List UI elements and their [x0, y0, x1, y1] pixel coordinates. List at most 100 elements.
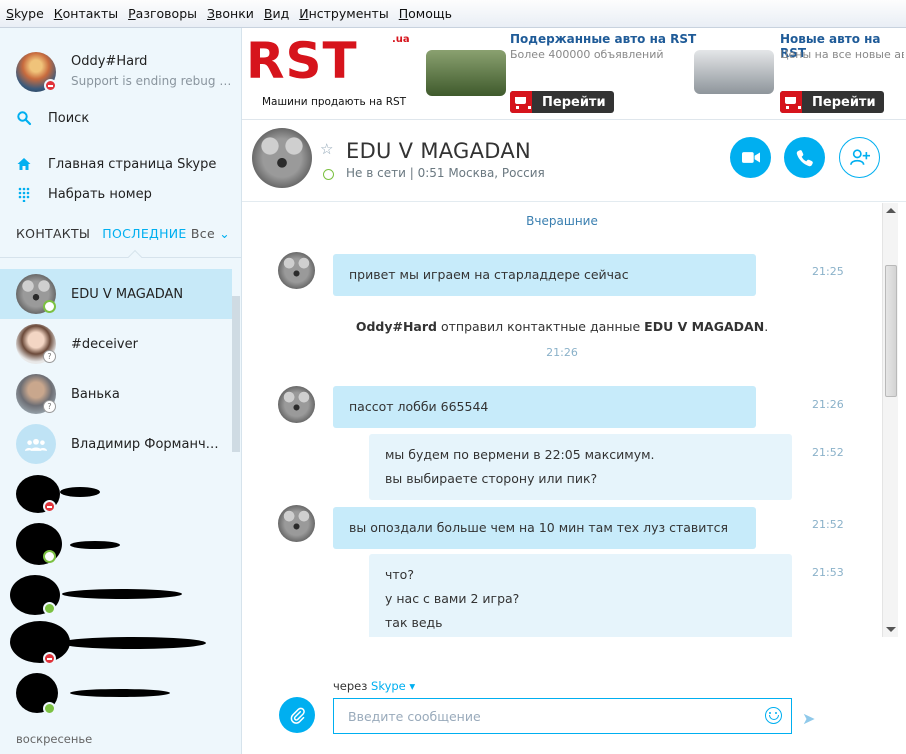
video-call-button[interactable]: [730, 137, 771, 178]
menu-bar: Skype Контакты Разговоры Звонки Вид Инст…: [0, 0, 906, 28]
tab-contacts[interactable]: КОНТАКТЫ: [16, 226, 90, 241]
message-bubble[interactable]: привет мы играем на старладдере сейчас: [333, 254, 756, 296]
recent-item-deceiver[interactable]: ? #deceiver: [0, 319, 232, 369]
system-action: отправил контактные данные: [440, 319, 641, 334]
tab-recent[interactable]: ПОСЛЕДНИЕ: [102, 226, 186, 241]
message-bubble-outgoing[interactable]: что? у нас с вами 2 игра? так ведь: [369, 554, 792, 637]
add-contact-button[interactable]: [839, 137, 880, 178]
recent-item-redacted[interactable]: [0, 519, 232, 569]
scroll-thumb[interactable]: [885, 265, 897, 397]
system-time: 21:26: [546, 346, 578, 359]
tab-divider: [0, 257, 241, 258]
profile-mood[interactable]: Support is ending rebug off...: [71, 74, 236, 88]
rst-logo[interactable]: RST: [246, 36, 358, 86]
ad-offer1-sub: Более 400000 объявлений: [510, 48, 664, 61]
message-bubble[interactable]: пассот лобби 665544: [333, 386, 756, 428]
menu-calls[interactable]: Звонки: [207, 6, 254, 21]
redacted-name: [60, 637, 206, 649]
menu-contacts[interactable]: Контакты: [54, 6, 118, 21]
contact-local-time: 0:51 Москва, Россия: [417, 166, 545, 180]
redacted-name: [70, 689, 170, 697]
add-person-icon: [849, 149, 870, 165]
menu-conversations[interactable]: Разговоры: [128, 6, 197, 21]
recent-item-redacted[interactable]: [0, 569, 232, 619]
message-input[interactable]: [333, 698, 792, 734]
favorite-star-icon[interactable]: ☆: [320, 140, 333, 158]
recent-item-label: Владимир Форманчук,...: [71, 436, 221, 452]
scroll-up-arrow-icon[interactable]: [886, 208, 896, 213]
attach-button[interactable]: [279, 697, 315, 733]
recent-item-redacted[interactable]: [0, 669, 232, 719]
go-label: Перейти: [542, 94, 606, 110]
recent-item-redacted[interactable]: [0, 619, 232, 669]
status-unknown-icon: ?: [43, 350, 56, 363]
contact-avatar-large[interactable]: [252, 128, 312, 188]
status-busy-icon: [44, 79, 57, 92]
recent-item-redacted[interactable]: [0, 469, 232, 519]
message-avatar[interactable]: [278, 505, 315, 542]
suv-image: [694, 50, 774, 94]
ad-offer2-go-button[interactable]: Перейти: [780, 91, 884, 113]
via-prefix: через: [333, 679, 368, 693]
menu-help[interactable]: Помощь: [399, 6, 452, 21]
chat-scrollbar[interactable]: [882, 203, 898, 637]
send-via-selector[interactable]: через Skype ▾: [333, 679, 415, 693]
redacted-name: [60, 487, 100, 497]
message-avatar[interactable]: [278, 386, 315, 423]
recent-item-group[interactable]: Владимир Форманчук,...: [0, 419, 232, 469]
status-online-icon: [43, 702, 56, 715]
message-line: мы будем по вермени в 22:05 максимум.: [385, 447, 655, 462]
message-bubble[interactable]: вы опоздали больше чем на 10 мин там тех…: [333, 507, 756, 549]
group-icon: [25, 438, 47, 451]
search-button[interactable]: Поиск: [16, 110, 89, 126]
status-offline-icon: [323, 169, 334, 180]
status-busy-icon: [43, 500, 56, 513]
recent-item-vanka[interactable]: ? Ванька: [0, 369, 232, 419]
video-camera-icon: [741, 152, 760, 163]
dialpad-icon: [18, 187, 30, 202]
sidebar-scrollbar[interactable]: [232, 296, 240, 452]
message-avatar[interactable]: [278, 252, 315, 289]
cart-icon: [780, 91, 802, 113]
nav-dial[interactable]: Набрать номер: [16, 186, 152, 202]
chevron-down-icon: ⌄: [219, 226, 230, 241]
contact-name[interactable]: EDU V MAGADAN: [346, 139, 531, 163]
menu-tools[interactable]: Инструменты: [299, 6, 388, 21]
message-time: 21:26: [812, 398, 844, 411]
contact-status: Не в сети | 0:51 Москва, Россия: [346, 166, 545, 180]
menu-view[interactable]: Вид: [264, 6, 289, 21]
sidebar-tabs: КОНТАКТЫ ПОСЛЕДНИЕ Все ⌄: [16, 226, 238, 241]
cart-icon: [510, 91, 532, 113]
send-icon[interactable]: ➤: [802, 709, 815, 728]
system-sender[interactable]: Oddy#Hard: [356, 319, 437, 334]
via-service: Skype: [371, 679, 406, 693]
menu-skype[interactable]: Skype: [6, 6, 44, 21]
message-line: у нас с вами 2 игра?: [385, 591, 520, 606]
status-online-icon: [43, 550, 56, 563]
filter-dropdown[interactable]: Все ⌄: [191, 226, 230, 241]
message-bubble-outgoing[interactable]: мы будем по вермени в 22:05 максимум. вы…: [369, 434, 792, 500]
emoticon-icon[interactable]: [765, 707, 782, 724]
audio-call-button[interactable]: [784, 137, 825, 178]
system-contact[interactable]: EDU V MAGADAN: [644, 319, 764, 334]
recent-list: EDU V MAGADAN ? #deceiver ? Ванька Влади…: [0, 269, 232, 719]
ad-slogan: Машини продають на RST: [262, 96, 407, 108]
message-time: 21:52: [812, 518, 844, 531]
recent-item-edu-v-magadan[interactable]: EDU V MAGADAN: [0, 269, 232, 319]
chevron-down-icon: ▾: [409, 679, 416, 693]
ad-banner[interactable]: RST .ua Машини продають на RST Подержанн…: [242, 28, 906, 120]
conversation-header: ☆ EDU V MAGADAN Не в сети | 0:51 Москва,…: [242, 120, 906, 202]
skype-window: Skype Контакты Разговоры Звонки Вид Инст…: [0, 0, 906, 754]
ad-offer1-go-button[interactable]: Перейти: [510, 91, 614, 113]
scroll-down-arrow-icon[interactable]: [886, 627, 896, 632]
redacted-name: [70, 541, 120, 549]
status-busy-icon: [43, 652, 56, 665]
profile-card[interactable]: Oddy#Hard Support is ending rebug off...: [16, 52, 236, 98]
message-time: 21:53: [812, 566, 844, 579]
paperclip-icon: [290, 707, 305, 724]
nav-home[interactable]: Главная страница Skype: [16, 156, 216, 172]
redacted-name: [62, 589, 182, 599]
ad-offer1-title[interactable]: Подержанные авто на RST: [510, 32, 696, 46]
jeep-image: [426, 50, 506, 96]
day-separator: Вчерашние: [526, 214, 598, 228]
